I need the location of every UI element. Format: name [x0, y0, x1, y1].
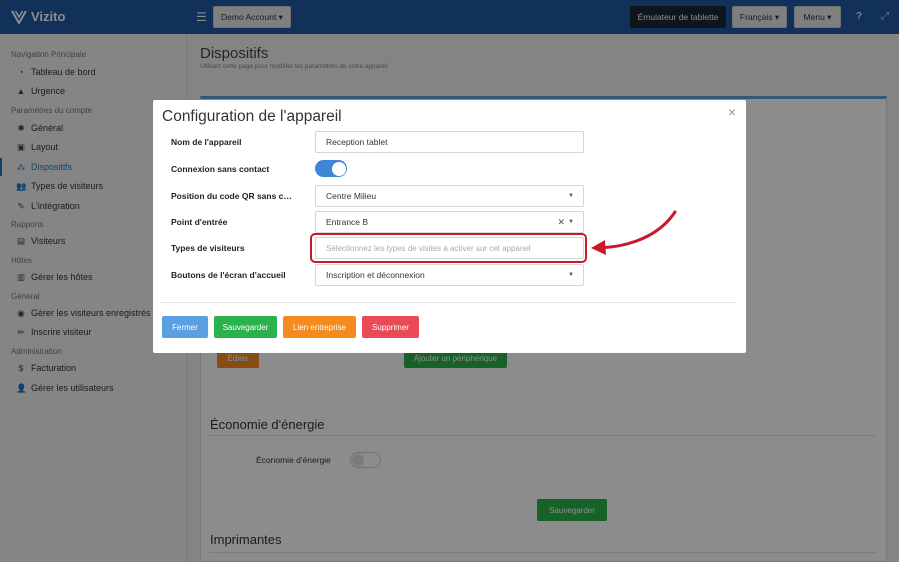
entry-point-value: Entrance B — [326, 217, 369, 227]
home-buttons-select[interactable]: Inscription et déconnexion ▼ — [315, 264, 584, 286]
delete-button[interactable]: Supprimer — [362, 316, 419, 338]
save-button[interactable]: Sauvegarder — [214, 316, 277, 338]
visitor-types-highlight-box — [310, 233, 587, 263]
modal-divider — [161, 302, 736, 303]
home-buttons-value: Inscription et déconnexion — [326, 270, 425, 280]
chevron-down-icon: ▼ — [568, 219, 574, 225]
device-name-input[interactable]: Reception tablet — [315, 131, 584, 153]
clear-icon[interactable]: ✕ — [557, 217, 565, 228]
chevron-down-icon: ▼ — [568, 272, 574, 278]
qr-position-label: Position du code QR sans contact — [171, 191, 293, 201]
annotation-arrow-icon — [591, 210, 677, 255]
visitor-types-label: Types de visiteurs — [171, 243, 245, 253]
close-button[interactable]: Fermer — [162, 316, 208, 338]
home-buttons-label: Boutons de l'écran d'accueil — [171, 270, 286, 280]
modal-title: Configuration de l'appareil — [162, 108, 342, 125]
close-icon[interactable]: × — [728, 104, 736, 120]
qr-position-select[interactable]: Centre Milieu ▼ — [315, 185, 584, 207]
entry-point-select[interactable]: Entrance B ✕ ▼ — [315, 211, 584, 233]
company-link-button[interactable]: Lien entreprise — [283, 316, 356, 338]
contactless-label: Connexion sans contact — [171, 164, 270, 174]
chevron-down-icon: ▼ — [568, 193, 574, 199]
qr-position-value: Centre Milieu — [326, 191, 377, 201]
entry-point-label: Point d'entrée — [171, 217, 228, 227]
contactless-toggle[interactable] — [315, 160, 347, 177]
device-name-label: Nom de l'appareil — [171, 137, 242, 147]
